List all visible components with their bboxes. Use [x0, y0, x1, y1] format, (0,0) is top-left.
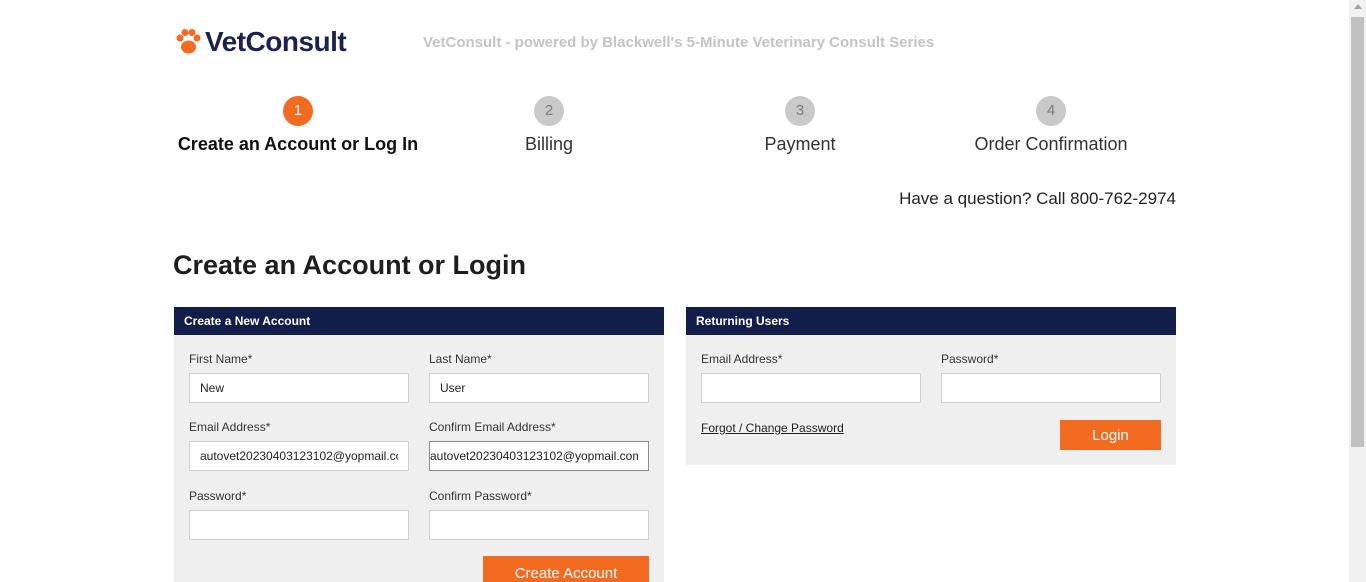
confirm-password-label: Confirm Password* [429, 489, 532, 503]
step-number: 2 [534, 96, 564, 126]
step-payment: 3 Payment [675, 96, 925, 155]
logo[interactable]: VetConsult [174, 26, 347, 58]
page-title: Create an Account or Login [173, 250, 527, 280]
returning-users-panel-header: Returning Users [686, 307, 1176, 335]
first-name-label: First Name* [189, 352, 253, 366]
paw-icon [176, 29, 201, 54]
step-create-account: 1 Create an Account or Log In [173, 96, 423, 155]
confirm-email-group: Confirm Email Address* [429, 420, 649, 471]
password-input[interactable] [189, 510, 409, 540]
confirm-email-label: Confirm Email Address* [429, 420, 556, 434]
forgot-password-link[interactable]: Forgot / Change Password [701, 421, 844, 435]
login-email-label: Email Address* [701, 352, 783, 366]
scrollbar-thumb[interactable] [1351, 17, 1364, 447]
contact-phone-text: Have a question? Call 800-762-2974 [899, 189, 1176, 208]
login-button[interactable]: Login [1060, 420, 1161, 450]
confirm-password-group: Confirm Password* [429, 489, 649, 540]
last-name-input[interactable] [429, 373, 649, 403]
create-account-button[interactable]: Create Account [483, 556, 649, 582]
step-label: Payment [764, 134, 836, 154]
logo-text: VetConsult [205, 26, 347, 57]
login-email-group: Email Address* [701, 352, 921, 403]
email-input[interactable] [189, 441, 409, 471]
scroll-up-arrow-icon[interactable] [1354, 4, 1362, 9]
step-label: Create an Account or Log In [177, 134, 419, 154]
step-order-confirmation: 4 Order Confirmation [926, 96, 1176, 155]
last-name-group: Last Name* [429, 352, 649, 403]
returning-users-panel: Returning Users Email Address* Password*… [686, 307, 1176, 465]
login-password-group: Password* [941, 352, 1161, 403]
confirm-password-input[interactable] [429, 510, 649, 540]
confirm-email-input[interactable] [429, 441, 649, 471]
vertical-scrollbar[interactable] [1349, 0, 1366, 582]
checkout-page: VetConsult VetConsult - powered by Black… [0, 0, 1366, 582]
step-number: 1 [283, 96, 313, 126]
step-number: 4 [1036, 96, 1066, 126]
step-billing: 2 Billing [424, 96, 674, 155]
tagline: VetConsult - powered by Blackwell's 5-Mi… [423, 34, 935, 51]
first-name-group: First Name* [189, 352, 409, 403]
last-name-label: Last Name* [429, 352, 492, 366]
create-account-panel-header: Create a New Account [174, 307, 664, 335]
step-label: Billing [524, 134, 574, 154]
first-name-input[interactable] [189, 373, 409, 403]
password-label: Password* [189, 489, 247, 503]
email-label: Email Address* [189, 420, 271, 434]
login-password-label: Password* [941, 352, 999, 366]
step-number: 3 [785, 96, 815, 126]
login-password-input[interactable] [941, 373, 1161, 403]
email-group: Email Address* [189, 420, 409, 471]
login-email-input[interactable] [701, 373, 921, 403]
step-label: Order Confirmation [974, 134, 1128, 154]
create-account-panel: Create a New Account First Name* Last Na… [174, 307, 664, 582]
password-group: Password* [189, 489, 409, 540]
